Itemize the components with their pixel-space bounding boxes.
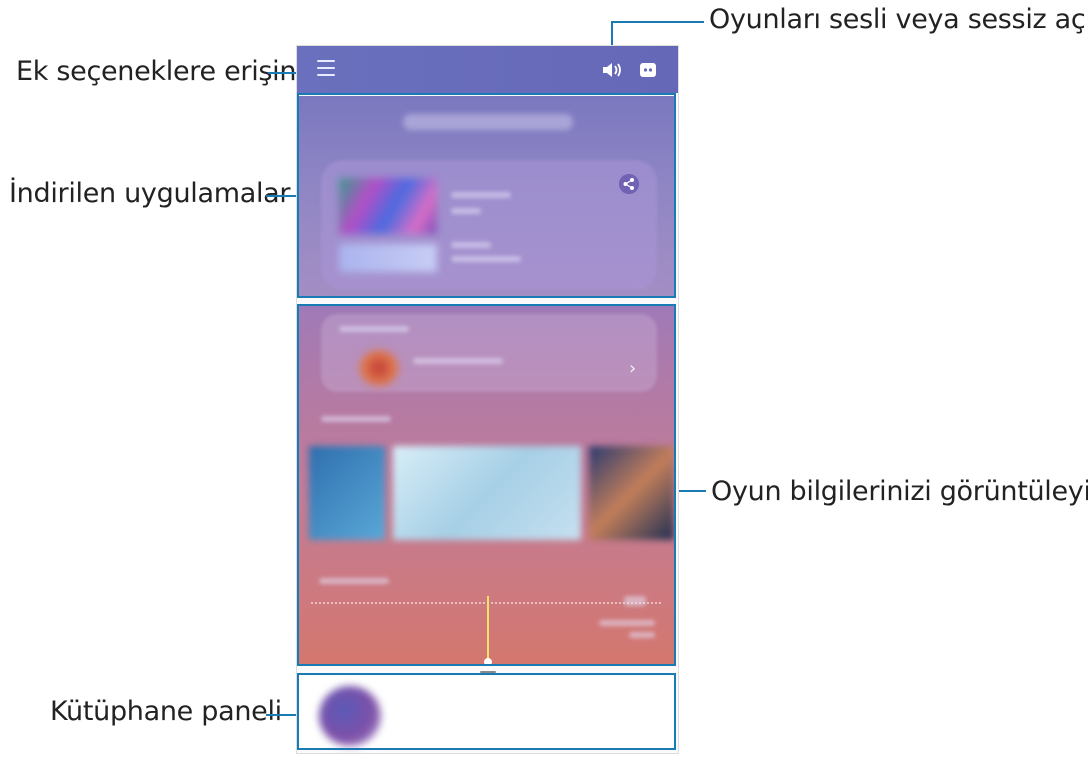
callout-sound-toggle: Oyunları sesli veya sessiz açın (709, 4, 1088, 35)
highlight-frame (297, 673, 676, 750)
top-bar (297, 46, 678, 93)
menu-icon[interactable] (317, 60, 335, 76)
callout-downloaded-apps: İndirilen uygulamalar (9, 178, 291, 209)
highlight-frame (297, 93, 676, 298)
callout-additional-options: Ek seçeneklere erişin (16, 56, 297, 87)
leader-line (612, 21, 704, 23)
sound-icon[interactable] (601, 61, 623, 79)
highlight-frame (297, 304, 676, 666)
callout-library-panel: Kütüphane paneli (50, 696, 282, 727)
callout-game-info: Oyun bilgilerinizi görüntüleyin (711, 476, 1088, 507)
leader-line (266, 714, 298, 716)
discord-icon[interactable] (639, 62, 657, 78)
leader-line (266, 195, 298, 197)
